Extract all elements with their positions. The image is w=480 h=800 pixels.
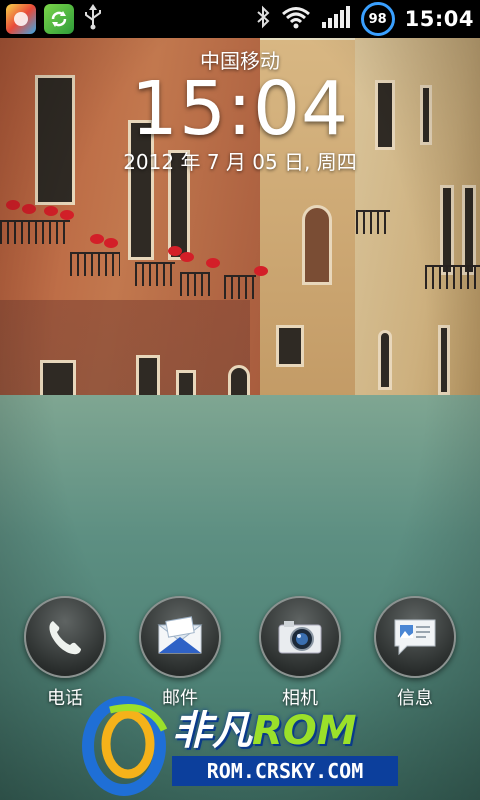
watermark-brand: 非凡ROM: [172, 708, 357, 754]
weather-app-icon[interactable]: [6, 4, 36, 34]
signal-icon: [321, 5, 351, 33]
phone-icon: [49, 621, 81, 655]
sync-app-icon[interactable]: [44, 4, 74, 34]
swirl-logo-icon: [82, 696, 168, 796]
usb-icon: [82, 4, 104, 34]
lockscreen-clock: 15:04: [130, 66, 350, 152]
bluetooth-icon: [255, 5, 271, 33]
lockscreen-date: 2012 年 7 月 05 日, 周四: [123, 150, 357, 174]
messages-icon: [394, 619, 436, 656]
watermark-url: ROM.CRSKY.COM: [172, 756, 398, 786]
camera-icon: [278, 621, 322, 654]
status-time: 15:04: [404, 7, 474, 31]
wifi-icon: [281, 5, 311, 33]
battery-indicator: 98: [360, 2, 395, 36]
watermark-logo: 非凡ROM ROM.CRSKY.COM: [80, 690, 420, 800]
status-bar: 98 15:04: [0, 0, 480, 38]
mail-icon: [157, 616, 203, 654]
